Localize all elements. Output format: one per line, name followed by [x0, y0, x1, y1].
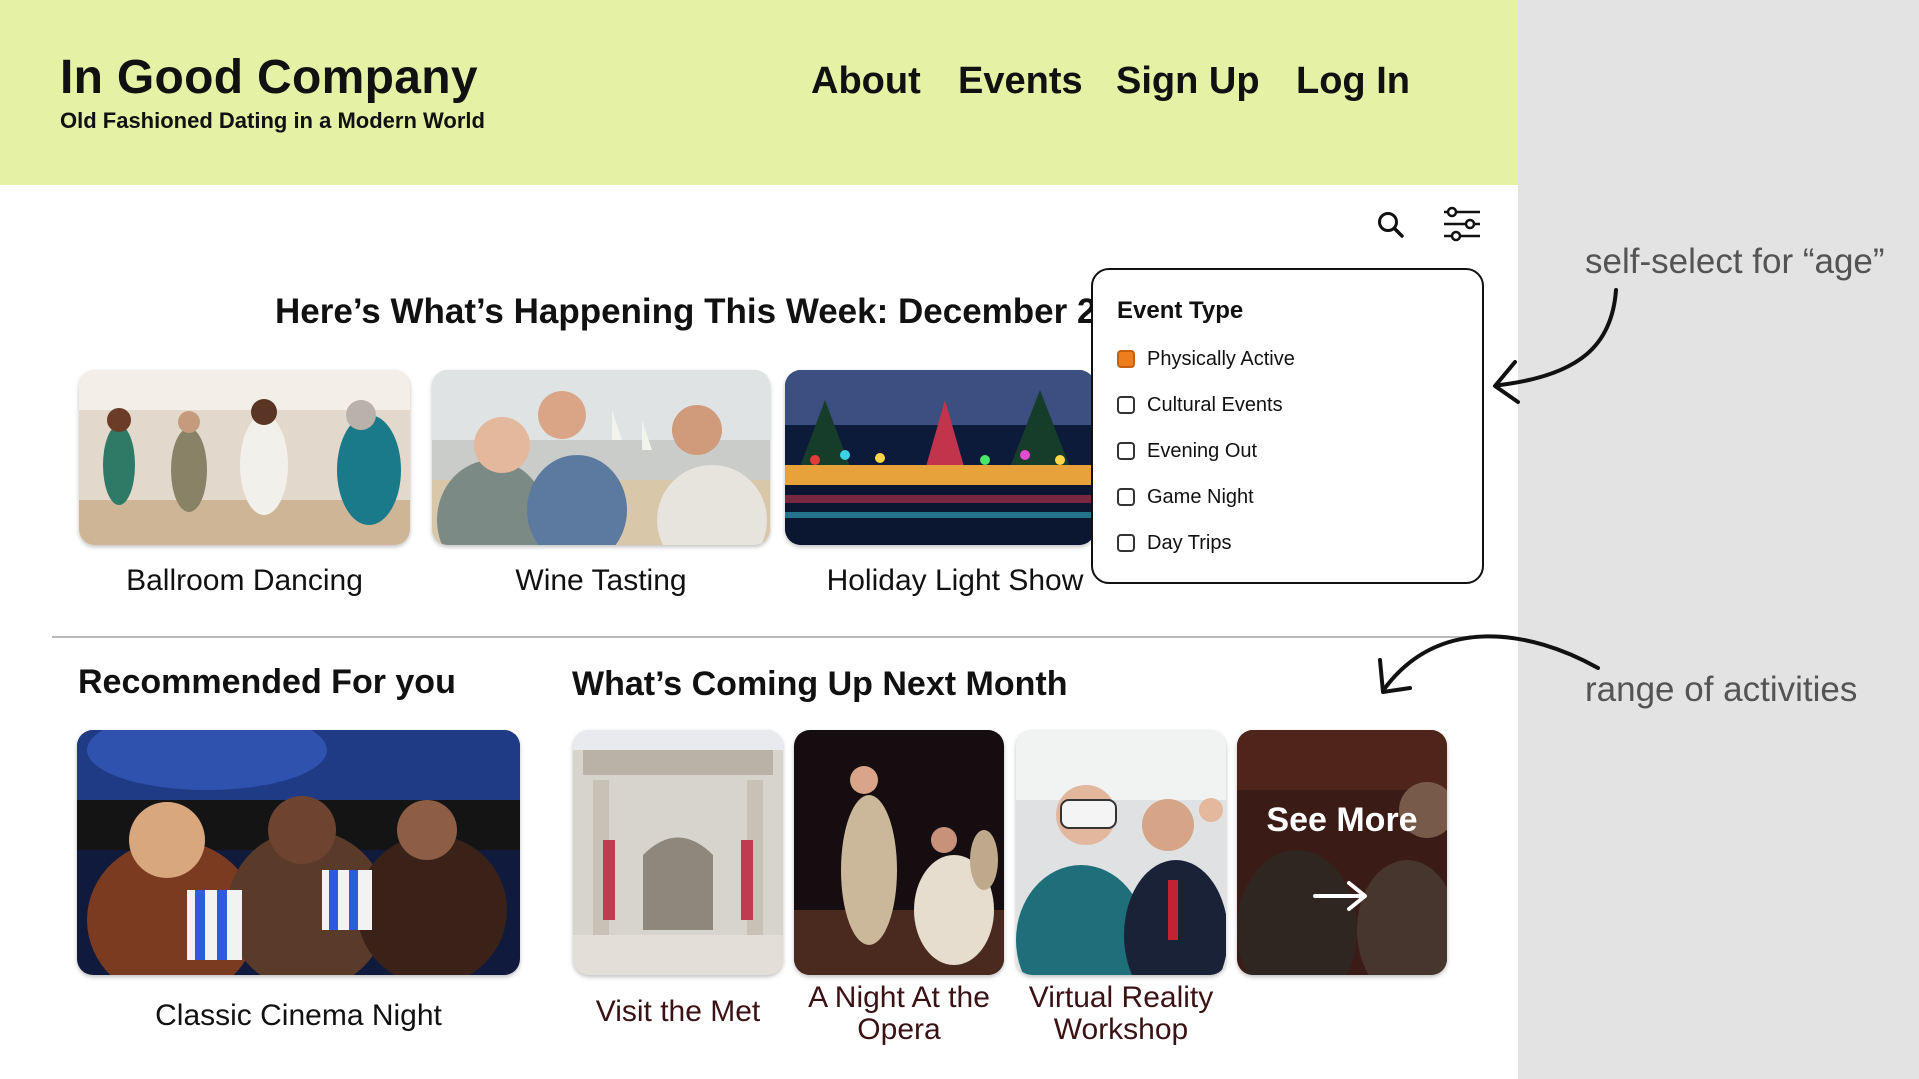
annotation-arrows: [1378, 288, 1618, 694]
